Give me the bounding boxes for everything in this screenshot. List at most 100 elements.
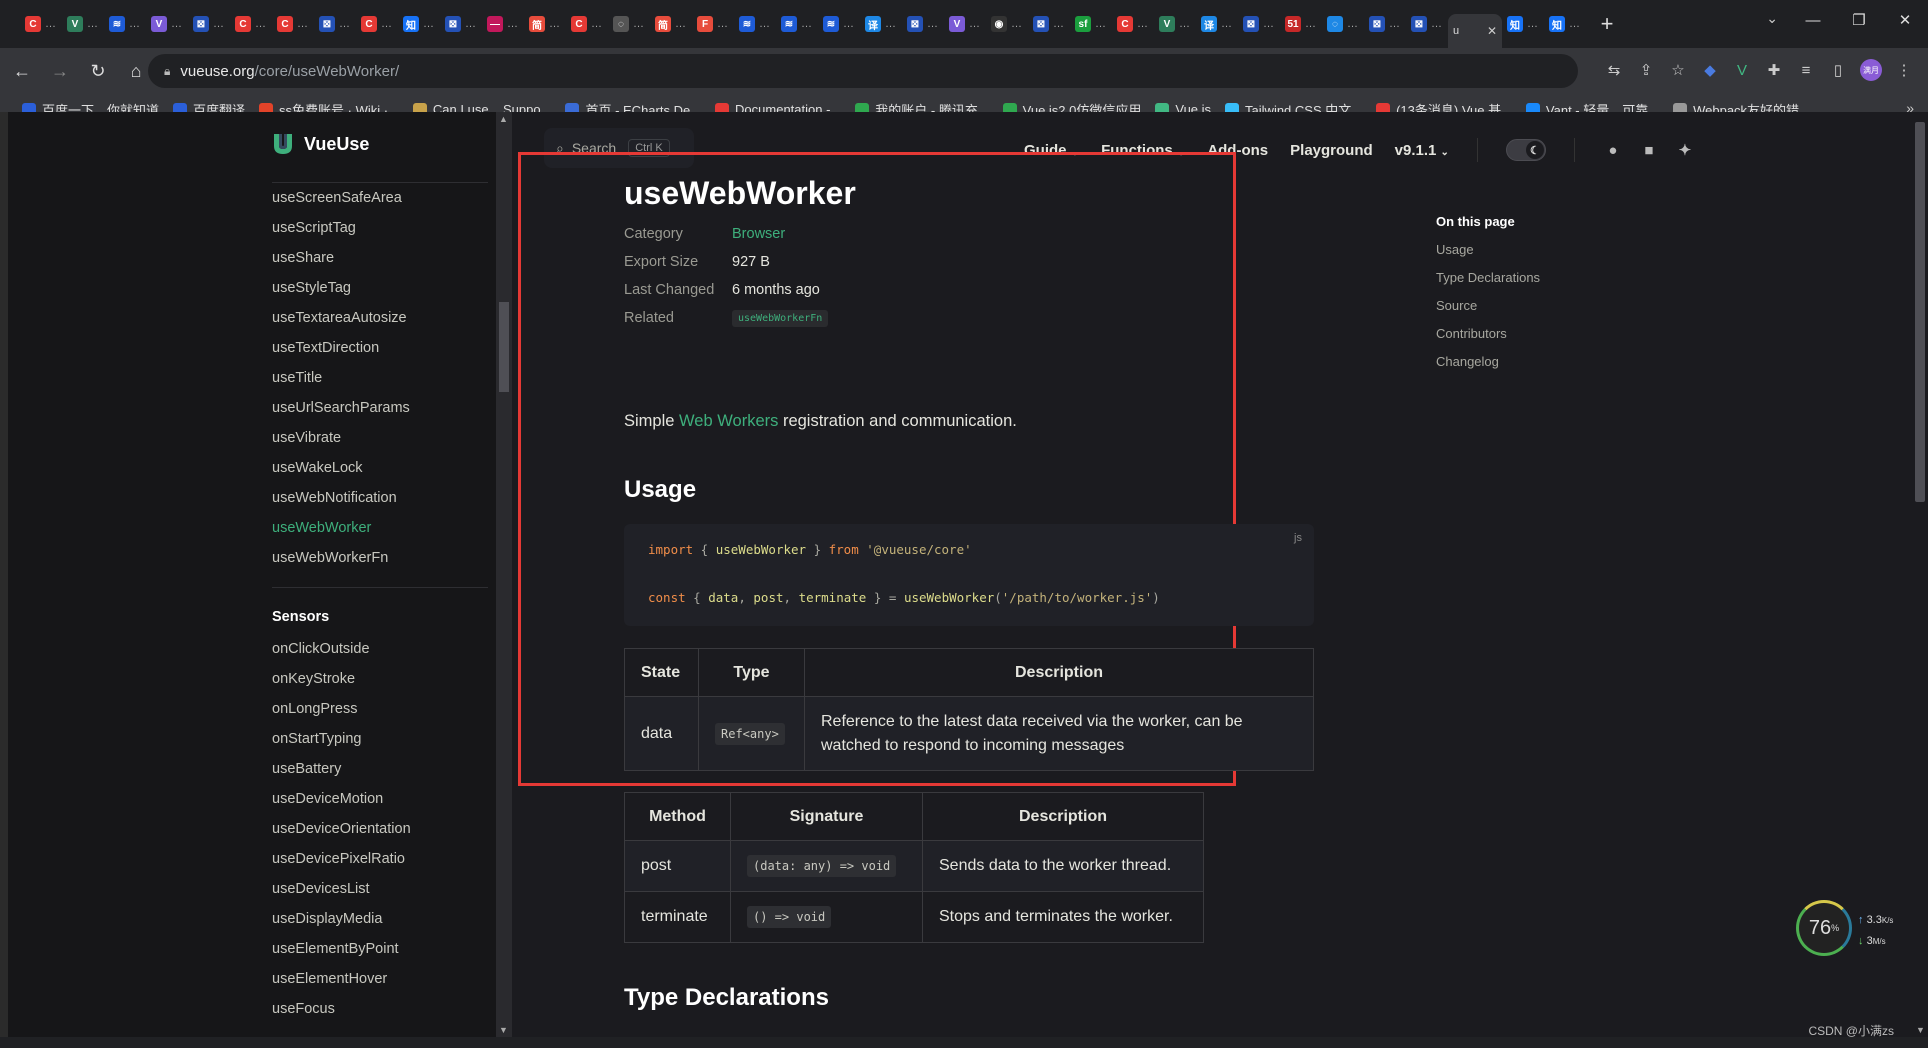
address-bar[interactable]: 🔒︎ vueuse.org/core/useWebWorker/ (148, 54, 1578, 88)
browser-tab[interactable]: V… (62, 9, 104, 39)
sidebar-item[interactable]: useWebWorkerFn (272, 543, 488, 573)
toc-link[interactable]: Type Declarations (1436, 264, 1540, 292)
browser-tab[interactable]: ⊠… (1406, 9, 1448, 39)
twitter-icon[interactable]: ✦ (1675, 140, 1695, 160)
active-tab[interactable]: u ✕ (1448, 14, 1502, 48)
browser-tab[interactable]: ⊠… (314, 9, 356, 39)
browser-tab[interactable]: ≋… (776, 9, 818, 39)
browser-tab[interactable]: sf… (1070, 9, 1112, 39)
reading-list-icon[interactable]: ≡ (1796, 56, 1816, 84)
sidebar-item[interactable]: onStartTyping (272, 724, 488, 754)
sidebar-item[interactable]: useElementHover (272, 964, 488, 994)
browser-tab[interactable]: 51… (1280, 9, 1322, 39)
meta-category-link[interactable]: Browser (732, 226, 785, 242)
browser-tab[interactable]: ⊠… (1238, 9, 1280, 39)
browser-tab[interactable]: 知… (1502, 9, 1544, 39)
browser-tab[interactable]: C… (272, 9, 314, 39)
profile-avatar[interactable]: 满月 (1860, 59, 1882, 81)
sidebar-item[interactable]: useVibrate (272, 423, 488, 453)
sidebar-item[interactable]: useTextareaAutosize (272, 303, 488, 333)
new-tab-button[interactable]: + (1592, 9, 1622, 39)
sidebar-item[interactable]: useWebNotification (272, 483, 488, 513)
browser-tab[interactable]: ≋… (734, 9, 776, 39)
menu-icon[interactable]: ⋮ (1894, 56, 1914, 84)
sidebar-scrollbar[interactable]: ▲ ▼ (496, 112, 512, 1037)
dark-mode-toggle[interactable]: ☾ (1505, 139, 1546, 161)
sidebar-item[interactable]: useDisplayMedia (272, 904, 488, 934)
sidebar-item[interactable]: useTitle (272, 363, 488, 393)
forward-icon[interactable]: → (44, 55, 76, 87)
sidebar-item[interactable]: useElementByPoint (272, 934, 488, 964)
github-icon[interactable]: ● (1603, 140, 1623, 160)
sidebar-item[interactable]: useScriptTag (272, 213, 488, 243)
browser-tab[interactable]: ≋… (104, 9, 146, 39)
bookmark-star-icon[interactable]: ☆ (1668, 56, 1688, 84)
reload-icon[interactable]: ↻ (82, 55, 114, 87)
back-icon[interactable]: ← (6, 55, 38, 87)
tab-search-icon[interactable]: ⌄ (1766, 10, 1778, 27)
sidebar-item[interactable]: onLongPress (272, 694, 488, 724)
browser-tab[interactable]: V… (944, 9, 986, 39)
related-link[interactable]: useWebWorkerFn (732, 309, 829, 327)
code-block[interactable]: js import { useWebWorker } from '@vueuse… (624, 524, 1314, 626)
close-window-button[interactable]: ✕ (1882, 0, 1928, 40)
lock-icon[interactable]: 🔒︎ (164, 64, 170, 79)
browser-tab[interactable]: C… (356, 9, 398, 39)
brand[interactable]: VueUse (272, 132, 369, 156)
extensions-puzzle-icon[interactable]: ✚ (1764, 56, 1784, 84)
restore-button[interactable]: ❐ (1836, 0, 1882, 40)
sidebar-item[interactable]: useBattery (272, 754, 488, 784)
scroll-up-icon[interactable]: ▲ (499, 114, 508, 124)
browser-tab[interactable]: F… (692, 9, 734, 39)
browser-tab[interactable]: ⊠… (440, 9, 482, 39)
toc-link[interactable]: Source (1436, 292, 1540, 320)
share-icon[interactable]: ⇪ (1636, 56, 1656, 84)
vue-devtools-icon[interactable]: V (1732, 56, 1752, 84)
scroll-down-icon[interactable]: ▼ (1916, 1025, 1925, 1035)
page-scrollbar[interactable]: ▼ (1912, 112, 1928, 1037)
browser-tab[interactable]: ≋… (818, 9, 860, 39)
browser-tab[interactable]: ⊠… (902, 9, 944, 39)
nav-playground[interactable]: Playground (1290, 142, 1373, 159)
sidebar-item[interactable]: useDeviceMotion (272, 784, 488, 814)
discord-icon[interactable]: ■ (1639, 140, 1659, 160)
browser-tab[interactable]: 简… (650, 9, 692, 39)
scroll-down-icon[interactable]: ▼ (499, 1025, 508, 1035)
browser-tab[interactable]: 知… (1544, 9, 1586, 39)
sidebar-item[interactable]: useScreenSafeArea (272, 183, 488, 213)
browser-tab[interactable]: C… (1112, 9, 1154, 39)
sidebar-scroll-thumb[interactable] (499, 302, 509, 392)
browser-tab[interactable]: ◌… (608, 9, 650, 39)
browser-tab[interactable]: 知… (398, 9, 440, 39)
browser-tab[interactable]: V… (146, 9, 188, 39)
toc-link[interactable]: Changelog (1436, 348, 1540, 376)
minimize-button[interactable]: — (1790, 0, 1836, 40)
sidebar-item[interactable]: useDeviceOrientation (272, 814, 488, 844)
sidebar-item[interactable]: useDevicePixelRatio (272, 844, 488, 874)
sidebar-item[interactable]: onClickOutside (272, 634, 488, 664)
browser-tab[interactable]: C… (20, 9, 62, 39)
sidebar-item[interactable]: useDevicesList (272, 874, 488, 904)
side-panel-icon[interactable]: ▯ (1828, 56, 1848, 84)
browser-tab[interactable]: ⊠… (188, 9, 230, 39)
nav-version[interactable]: v9.1.1 ⌄ (1395, 142, 1449, 159)
browser-tab[interactable]: ⊠… (1028, 9, 1070, 39)
toc-link[interactable]: Usage (1436, 236, 1540, 264)
browser-tab[interactable]: V… (1154, 9, 1196, 39)
web-workers-link[interactable]: Web Workers (679, 412, 778, 430)
browser-tab[interactable]: C… (230, 9, 272, 39)
browser-tab[interactable]: ◉… (986, 9, 1028, 39)
toc-link[interactable]: Contributors (1436, 320, 1540, 348)
sidebar-item[interactable]: useStyleTag (272, 273, 488, 303)
browser-tab[interactable]: 简… (524, 9, 566, 39)
network-monitor-widget[interactable]: 76% ↑ 3.3K/s ↓ 3M/s (1796, 900, 1910, 958)
browser-tab[interactable]: ◌… (1322, 9, 1364, 39)
sidebar-item[interactable]: useTextDirection (272, 333, 488, 363)
sidebar-item[interactable]: useFocus (272, 994, 488, 1024)
page-scroll-thumb[interactable] (1915, 122, 1925, 502)
sidebar-item[interactable]: onKeyStroke (272, 664, 488, 694)
close-tab-icon[interactable]: ✕ (1487, 24, 1497, 38)
extension-icon[interactable]: ◆ (1700, 56, 1720, 84)
sidebar-item[interactable]: useShare (272, 243, 488, 273)
sidebar-item[interactable]: useWebWorker (272, 513, 488, 543)
